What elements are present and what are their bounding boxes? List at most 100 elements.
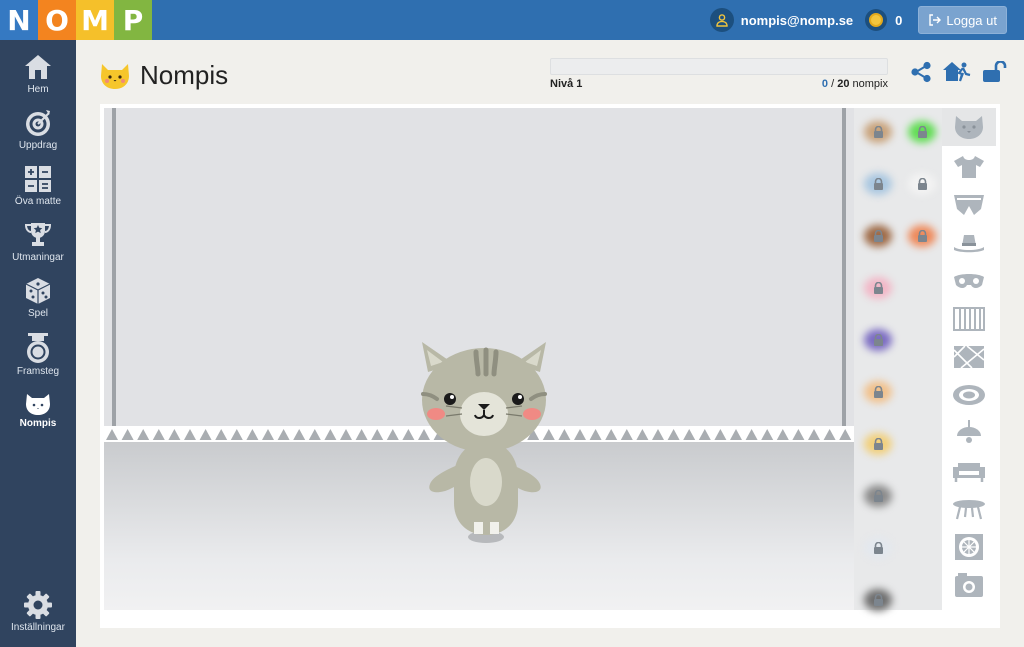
hat-icon: [954, 235, 984, 253]
sidebar-item-framsteg[interactable]: Framsteg: [0, 332, 76, 384]
locked-item[interactable]: [902, 216, 942, 256]
logo-letter-n: N: [0, 0, 38, 40]
sidebar-item-installningar[interactable]: Inställningar: [0, 590, 76, 642]
user-email[interactable]: nompis@nomp.se: [741, 13, 853, 28]
category-shirt[interactable]: [942, 148, 996, 186]
top-icons: [910, 60, 1008, 84]
sidebar-item-label: Nompis: [19, 418, 57, 429]
house-runner-icon[interactable]: [942, 60, 972, 84]
category-hat[interactable]: [942, 224, 996, 262]
progress-bar: [550, 58, 888, 75]
camera-icon: [955, 573, 983, 597]
coin-count: 0: [895, 12, 903, 28]
logout-label: Logga ut: [946, 12, 997, 28]
locked-item[interactable]: [858, 528, 898, 568]
sidebar: Hem Uppdrag Öva matte Utmaningar Spel Fr…: [0, 40, 76, 647]
locked-item[interactable]: [902, 164, 942, 204]
page-title: Nompis: [140, 60, 229, 90]
sidebar-item-utmaningar[interactable]: Utmaningar: [0, 220, 76, 272]
lock-icon: [873, 230, 883, 242]
user-area: nompis@nomp.se 0 Logga ut: [709, 0, 1024, 40]
window-icon: [955, 534, 983, 560]
coin-icon: [865, 9, 888, 31]
locked-item[interactable]: [858, 268, 898, 308]
lock-icon: [873, 542, 883, 554]
lock-icon: [917, 126, 927, 138]
locked-item[interactable]: [858, 164, 898, 204]
locked-item[interactable]: [858, 476, 898, 516]
locked-item[interactable]: [902, 112, 942, 152]
category-glasses[interactable]: [942, 262, 996, 300]
medal-icon: [27, 333, 49, 363]
rug-icon: [953, 385, 985, 405]
sidebar-item-nompis[interactable]: Nompis: [0, 390, 76, 442]
cat-face-icon: [955, 116, 983, 139]
item-grid: [854, 108, 942, 611]
gear-icon: [24, 591, 52, 619]
user-icon[interactable]: [709, 8, 734, 32]
sidebar-item-label: Uppdrag: [18, 140, 58, 151]
target-icon: [26, 110, 50, 136]
sidebar-item-label: Framsteg: [16, 366, 60, 377]
category-sofa[interactable]: [942, 452, 996, 490]
shirt-icon: [954, 156, 984, 178]
glasses-icon: [954, 274, 984, 288]
lock-icon: [873, 594, 883, 606]
pants-icon: [954, 195, 984, 215]
lock-icon: [873, 126, 883, 138]
category-column: [942, 108, 996, 610]
category-table[interactable]: [942, 490, 996, 528]
category-pants[interactable]: [942, 186, 996, 224]
sign-out-icon: [929, 14, 942, 26]
nompix-count: 0 / 20 nompix: [821, 78, 888, 90]
nompis-cat-character[interactable]: [414, 342, 554, 547]
home-icon: [25, 55, 51, 79]
category-window[interactable]: [942, 528, 996, 566]
lamp-icon: [957, 420, 981, 443]
sidebar-item-label: Hem: [27, 84, 49, 95]
top-bar: N O M P nompis@nomp.se 0 Logga ut: [0, 0, 1024, 40]
share-icon[interactable]: [910, 61, 932, 83]
category-rug[interactable]: [942, 376, 996, 414]
sidebar-item-label: Inställningar: [11, 622, 65, 633]
nomp-logo[interactable]: N O M P: [0, 0, 152, 40]
lock-icon: [873, 386, 883, 398]
nompis-cat-icon: [101, 63, 129, 89]
lock-icon: [873, 490, 883, 502]
category-lamp[interactable]: [942, 414, 996, 452]
sidebar-item-label: Spel: [27, 308, 48, 319]
cat-icon: [26, 394, 50, 415]
locked-item[interactable]: [858, 424, 898, 464]
sidebar-item-hem[interactable]: Hem: [0, 52, 76, 104]
locked-item[interactable]: [858, 320, 898, 360]
lock-icon: [917, 178, 927, 190]
wallpaper-icon: [953, 307, 985, 331]
locked-item[interactable]: [858, 580, 898, 620]
lock-icon: [873, 438, 883, 450]
locked-item[interactable]: [858, 216, 898, 256]
lock-icon: [873, 282, 883, 294]
category-floor-tiles[interactable]: [942, 338, 996, 376]
lock-icon: [873, 178, 883, 190]
sidebar-item-spel[interactable]: Spel: [0, 276, 76, 328]
unlock-icon[interactable]: [982, 61, 1008, 83]
floor-tiles-icon: [953, 345, 985, 369]
table-icon: [953, 500, 985, 520]
category-camera[interactable]: [942, 566, 996, 604]
level-label: Nivå 1: [550, 78, 583, 90]
sidebar-item-uppdrag[interactable]: Uppdrag: [0, 108, 76, 160]
logo-letter-m: M: [76, 0, 114, 40]
sofa-icon: [953, 463, 985, 482]
logo-letter-o: O: [38, 0, 76, 40]
trophy-icon: [24, 223, 52, 246]
category-wallpaper[interactable]: [942, 300, 996, 338]
page-header: Nompis: [98, 60, 228, 91]
locked-item[interactable]: [858, 112, 898, 152]
category-cat-face[interactable]: [942, 108, 996, 146]
sidebar-item-ova-matte[interactable]: Öva matte: [0, 164, 76, 216]
level-progress: Nivå 1 0 / 20 nompix: [550, 58, 888, 90]
logout-button[interactable]: Logga ut: [918, 6, 1007, 34]
main-panel: Nompis Nivå 1 0 / 20 nompix: [88, 40, 1014, 635]
locked-item[interactable]: [858, 372, 898, 412]
sidebar-item-label: Utmaningar: [12, 252, 64, 263]
